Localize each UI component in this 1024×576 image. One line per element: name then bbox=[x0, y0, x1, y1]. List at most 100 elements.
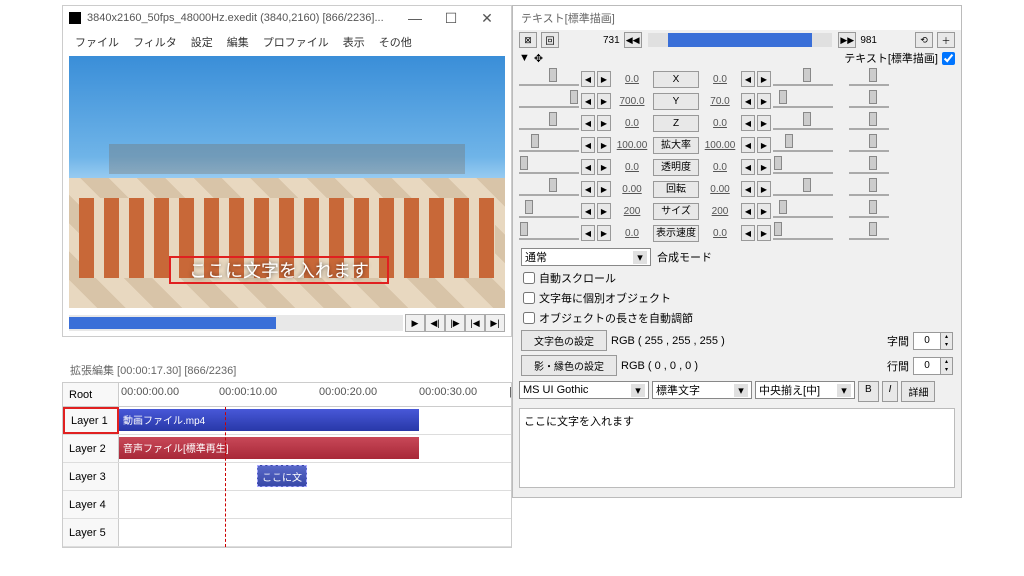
param-label[interactable]: 表示速度 bbox=[653, 225, 699, 242]
inc-left[interactable]: ▶ bbox=[597, 159, 611, 175]
check-auto-length[interactable] bbox=[523, 312, 535, 324]
dec-left[interactable]: ◀ bbox=[581, 93, 595, 109]
first-frame-button[interactable]: |◀ bbox=[465, 314, 485, 332]
blend-mode-combo[interactable]: 通常▾ bbox=[521, 248, 651, 266]
minimize-button[interactable]: — bbox=[397, 6, 433, 30]
toolbar-btn-3[interactable]: ⟲ bbox=[915, 32, 933, 48]
layer-4-label[interactable]: Layer 4 bbox=[63, 491, 119, 518]
toolbar-btn-2[interactable]: 回 bbox=[541, 32, 559, 48]
layer-5-label[interactable]: Layer 5 bbox=[63, 519, 119, 546]
dec-right[interactable]: ◀ bbox=[741, 71, 755, 87]
check-autoscroll[interactable] bbox=[523, 272, 535, 284]
inc-right[interactable]: ▶ bbox=[757, 115, 771, 131]
slider-extra[interactable] bbox=[849, 138, 889, 152]
dec-right[interactable]: ◀ bbox=[741, 225, 755, 241]
dec-left[interactable]: ◀ bbox=[581, 71, 595, 87]
dec-right[interactable]: ◀ bbox=[741, 137, 755, 153]
value-right[interactable]: 0.0 bbox=[701, 118, 739, 129]
shadow-color-button[interactable]: 影・縁色の設定 bbox=[521, 355, 617, 376]
dec-left[interactable]: ◀ bbox=[581, 115, 595, 131]
slider-right[interactable] bbox=[773, 116, 833, 130]
anchor-icon[interactable]: ✥ bbox=[534, 52, 543, 65]
step-fwd-button[interactable]: |▶ bbox=[445, 314, 465, 332]
dec-right[interactable]: ◀ bbox=[741, 159, 755, 175]
italic-button[interactable]: I bbox=[882, 381, 899, 402]
value-left[interactable]: 200 bbox=[613, 206, 651, 217]
value-right[interactable]: 0.0 bbox=[701, 228, 739, 239]
menu-filter[interactable]: フィルタ bbox=[127, 32, 183, 52]
slider-left[interactable] bbox=[519, 160, 579, 174]
value-left[interactable]: 0.0 bbox=[613, 118, 651, 129]
align-combo[interactable]: 中央揃え[中]▾ bbox=[755, 381, 855, 399]
next-key-button[interactable]: ▶▶ bbox=[838, 32, 856, 48]
param-label[interactable]: Z bbox=[653, 115, 699, 132]
props-enable-check[interactable] bbox=[942, 52, 955, 65]
layer-3-label[interactable]: Layer 3 bbox=[63, 463, 119, 490]
value-left[interactable]: 0.0 bbox=[613, 74, 651, 85]
value-right[interactable]: 0.0 bbox=[701, 74, 739, 85]
dec-right[interactable]: ◀ bbox=[741, 203, 755, 219]
value-right[interactable]: 70.0 bbox=[701, 96, 739, 107]
dec-right[interactable]: ◀ bbox=[741, 181, 755, 197]
slider-left[interactable] bbox=[519, 226, 579, 240]
slider-extra[interactable] bbox=[849, 160, 889, 174]
bold-button[interactable]: B bbox=[858, 381, 879, 402]
inc-left[interactable]: ▶ bbox=[597, 71, 611, 87]
spacing-spinner[interactable]: ▴▾ bbox=[913, 332, 953, 350]
param-label[interactable]: Y bbox=[653, 93, 699, 110]
slider-left[interactable] bbox=[519, 116, 579, 130]
value-right[interactable]: 100.00 bbox=[701, 140, 739, 151]
inc-right[interactable]: ▶ bbox=[757, 181, 771, 197]
slider-right[interactable] bbox=[773, 226, 833, 240]
value-left[interactable]: 700.0 bbox=[613, 96, 651, 107]
play-button[interactable]: ▶ bbox=[405, 314, 425, 332]
weight-combo[interactable]: 標準文字▾ bbox=[652, 381, 752, 399]
root-button[interactable]: Root bbox=[63, 383, 119, 406]
seek-slider[interactable] bbox=[69, 315, 403, 331]
inc-left[interactable]: ▶ bbox=[597, 93, 611, 109]
slider-right[interactable] bbox=[773, 94, 833, 108]
slider-left[interactable] bbox=[519, 182, 579, 196]
inc-right[interactable]: ▶ bbox=[757, 159, 771, 175]
value-left[interactable]: 0.0 bbox=[613, 228, 651, 239]
slider-left[interactable] bbox=[519, 138, 579, 152]
param-label[interactable]: サイズ bbox=[653, 203, 699, 220]
text-input[interactable]: ここに文字を入れます bbox=[519, 408, 955, 488]
param-label[interactable]: 回転 bbox=[653, 181, 699, 198]
slider-left[interactable] bbox=[519, 72, 579, 86]
slider-left[interactable] bbox=[519, 204, 579, 218]
check-per-char[interactable] bbox=[523, 292, 535, 304]
frame-scrollbar[interactable] bbox=[648, 33, 833, 47]
detail-button[interactable]: 詳細 bbox=[901, 381, 935, 402]
menu-view[interactable]: 表示 bbox=[337, 32, 371, 52]
inc-left[interactable]: ▶ bbox=[597, 181, 611, 197]
value-right[interactable]: 0.00 bbox=[701, 184, 739, 195]
preview-viewport[interactable]: ここに文字を入れます bbox=[69, 56, 505, 308]
param-label[interactable]: 透明度 bbox=[653, 159, 699, 176]
dec-left[interactable]: ◀ bbox=[581, 225, 595, 241]
slider-right[interactable] bbox=[773, 138, 833, 152]
toolbar-btn-1[interactable]: ⊠ bbox=[519, 32, 537, 48]
layer-1-label[interactable]: Layer 1 bbox=[63, 407, 119, 434]
layer-2-label[interactable]: Layer 2 bbox=[63, 435, 119, 462]
inc-left[interactable]: ▶ bbox=[597, 137, 611, 153]
slider-extra[interactable] bbox=[849, 182, 889, 196]
slider-extra[interactable] bbox=[849, 226, 889, 240]
menu-other[interactable]: その他 bbox=[373, 32, 418, 52]
dec-right[interactable]: ◀ bbox=[741, 115, 755, 131]
inc-right[interactable]: ▶ bbox=[757, 225, 771, 241]
dec-right[interactable]: ◀ bbox=[741, 93, 755, 109]
slider-extra[interactable] bbox=[849, 72, 889, 86]
audio-clip[interactable]: 音声ファイル[標準再生] bbox=[119, 437, 419, 459]
slider-extra[interactable] bbox=[849, 204, 889, 218]
value-right[interactable]: 200 bbox=[701, 206, 739, 217]
prev-key-button[interactable]: ◀◀ bbox=[624, 32, 642, 48]
value-right[interactable]: 0.0 bbox=[701, 162, 739, 173]
inc-right[interactable]: ▶ bbox=[757, 137, 771, 153]
menu-settings[interactable]: 設定 bbox=[185, 32, 219, 52]
param-label[interactable]: 拡大率 bbox=[653, 137, 699, 154]
inc-left[interactable]: ▶ bbox=[597, 225, 611, 241]
inc-right[interactable]: ▶ bbox=[757, 71, 771, 87]
menu-edit[interactable]: 編集 bbox=[221, 32, 255, 52]
video-clip[interactable]: 動画ファイル.mp4 bbox=[119, 409, 419, 431]
